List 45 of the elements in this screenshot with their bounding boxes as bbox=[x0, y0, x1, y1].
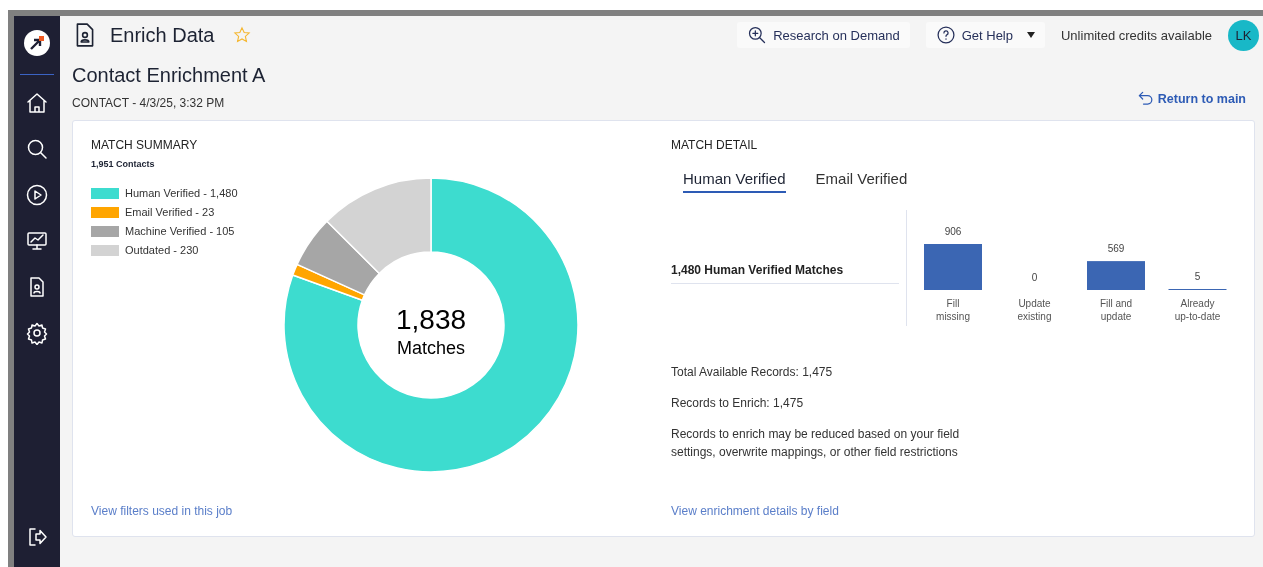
tab[interactable]: Human Verified bbox=[683, 170, 786, 193]
matches-label: 1,480 Human Verified Matches bbox=[671, 263, 899, 284]
legend-label: Machine Verified - 105 bbox=[125, 225, 235, 237]
favorite-star-icon[interactable] bbox=[232, 26, 251, 44]
monitor-chart-icon[interactable] bbox=[25, 229, 49, 253]
job-title: Contact Enrichment A bbox=[72, 64, 266, 87]
tab[interactable]: Email Verified bbox=[815, 170, 908, 193]
bar-category-label: Fill and update bbox=[1099, 298, 1133, 322]
view-enrichment-details-link[interactable]: View enrichment details by field bbox=[671, 504, 839, 518]
get-help-button[interactable]: Get Help bbox=[925, 22, 1045, 48]
bar-value: 0 bbox=[1031, 272, 1038, 283]
legend-label: Outdated - 230 bbox=[125, 244, 199, 256]
legend-label: Email Verified - 23 bbox=[125, 206, 215, 218]
bar bbox=[1087, 261, 1145, 290]
contacts-count: 1,951 Contacts bbox=[91, 159, 156, 169]
view-filters-link[interactable]: View filters used in this job bbox=[91, 504, 233, 518]
user-avatar[interactable]: LK bbox=[1228, 19, 1259, 51]
job-subtitle: CONTACT - 4/3/25, 3:32 PM bbox=[72, 96, 225, 110]
return-to-main-link[interactable]: Return to main bbox=[1129, 88, 1252, 110]
settings-icon[interactable] bbox=[25, 321, 49, 345]
center-value: 1,838 bbox=[395, 304, 467, 335]
info-text: Records to enrich may be reduced based on your field settings, overwrite mappings, or other field restrictions bbox=[671, 426, 961, 461]
page-title: Enrich Data bbox=[110, 23, 215, 47]
bar-value: 5 bbox=[1194, 271, 1201, 282]
center-label: Matches bbox=[397, 338, 465, 358]
zoom-in-icon bbox=[747, 25, 768, 45]
section-heading: MATCH SUMMARY bbox=[91, 138, 199, 152]
search-icon[interactable] bbox=[25, 137, 49, 161]
logo-icon[interactable] bbox=[24, 30, 50, 56]
credits-text: Unlimited credits available bbox=[1061, 27, 1212, 43]
home-icon[interactable] bbox=[25, 91, 49, 115]
bar-category-label: Fill missing bbox=[936, 298, 970, 322]
bar bbox=[924, 244, 982, 290]
info-text: Total Available Records: 1,475 bbox=[671, 364, 834, 381]
caret-icon bbox=[1027, 32, 1035, 38]
bar-category-label: Update existing bbox=[1017, 298, 1052, 322]
help-icon bbox=[935, 25, 956, 45]
info-text: Records to Enrich: 1,475 bbox=[671, 395, 805, 412]
bar-value: 569 bbox=[1107, 243, 1125, 255]
bar-category-label: Already up-to-date bbox=[1174, 298, 1221, 322]
section-heading: MATCH DETAIL bbox=[671, 138, 759, 152]
bar-value: 906 bbox=[944, 226, 962, 237]
legend-label: Human Verified - 1,480 bbox=[125, 187, 238, 199]
play-icon[interactable] bbox=[25, 183, 49, 207]
research-on-demand-button[interactable]: Research on Demand bbox=[737, 22, 910, 48]
